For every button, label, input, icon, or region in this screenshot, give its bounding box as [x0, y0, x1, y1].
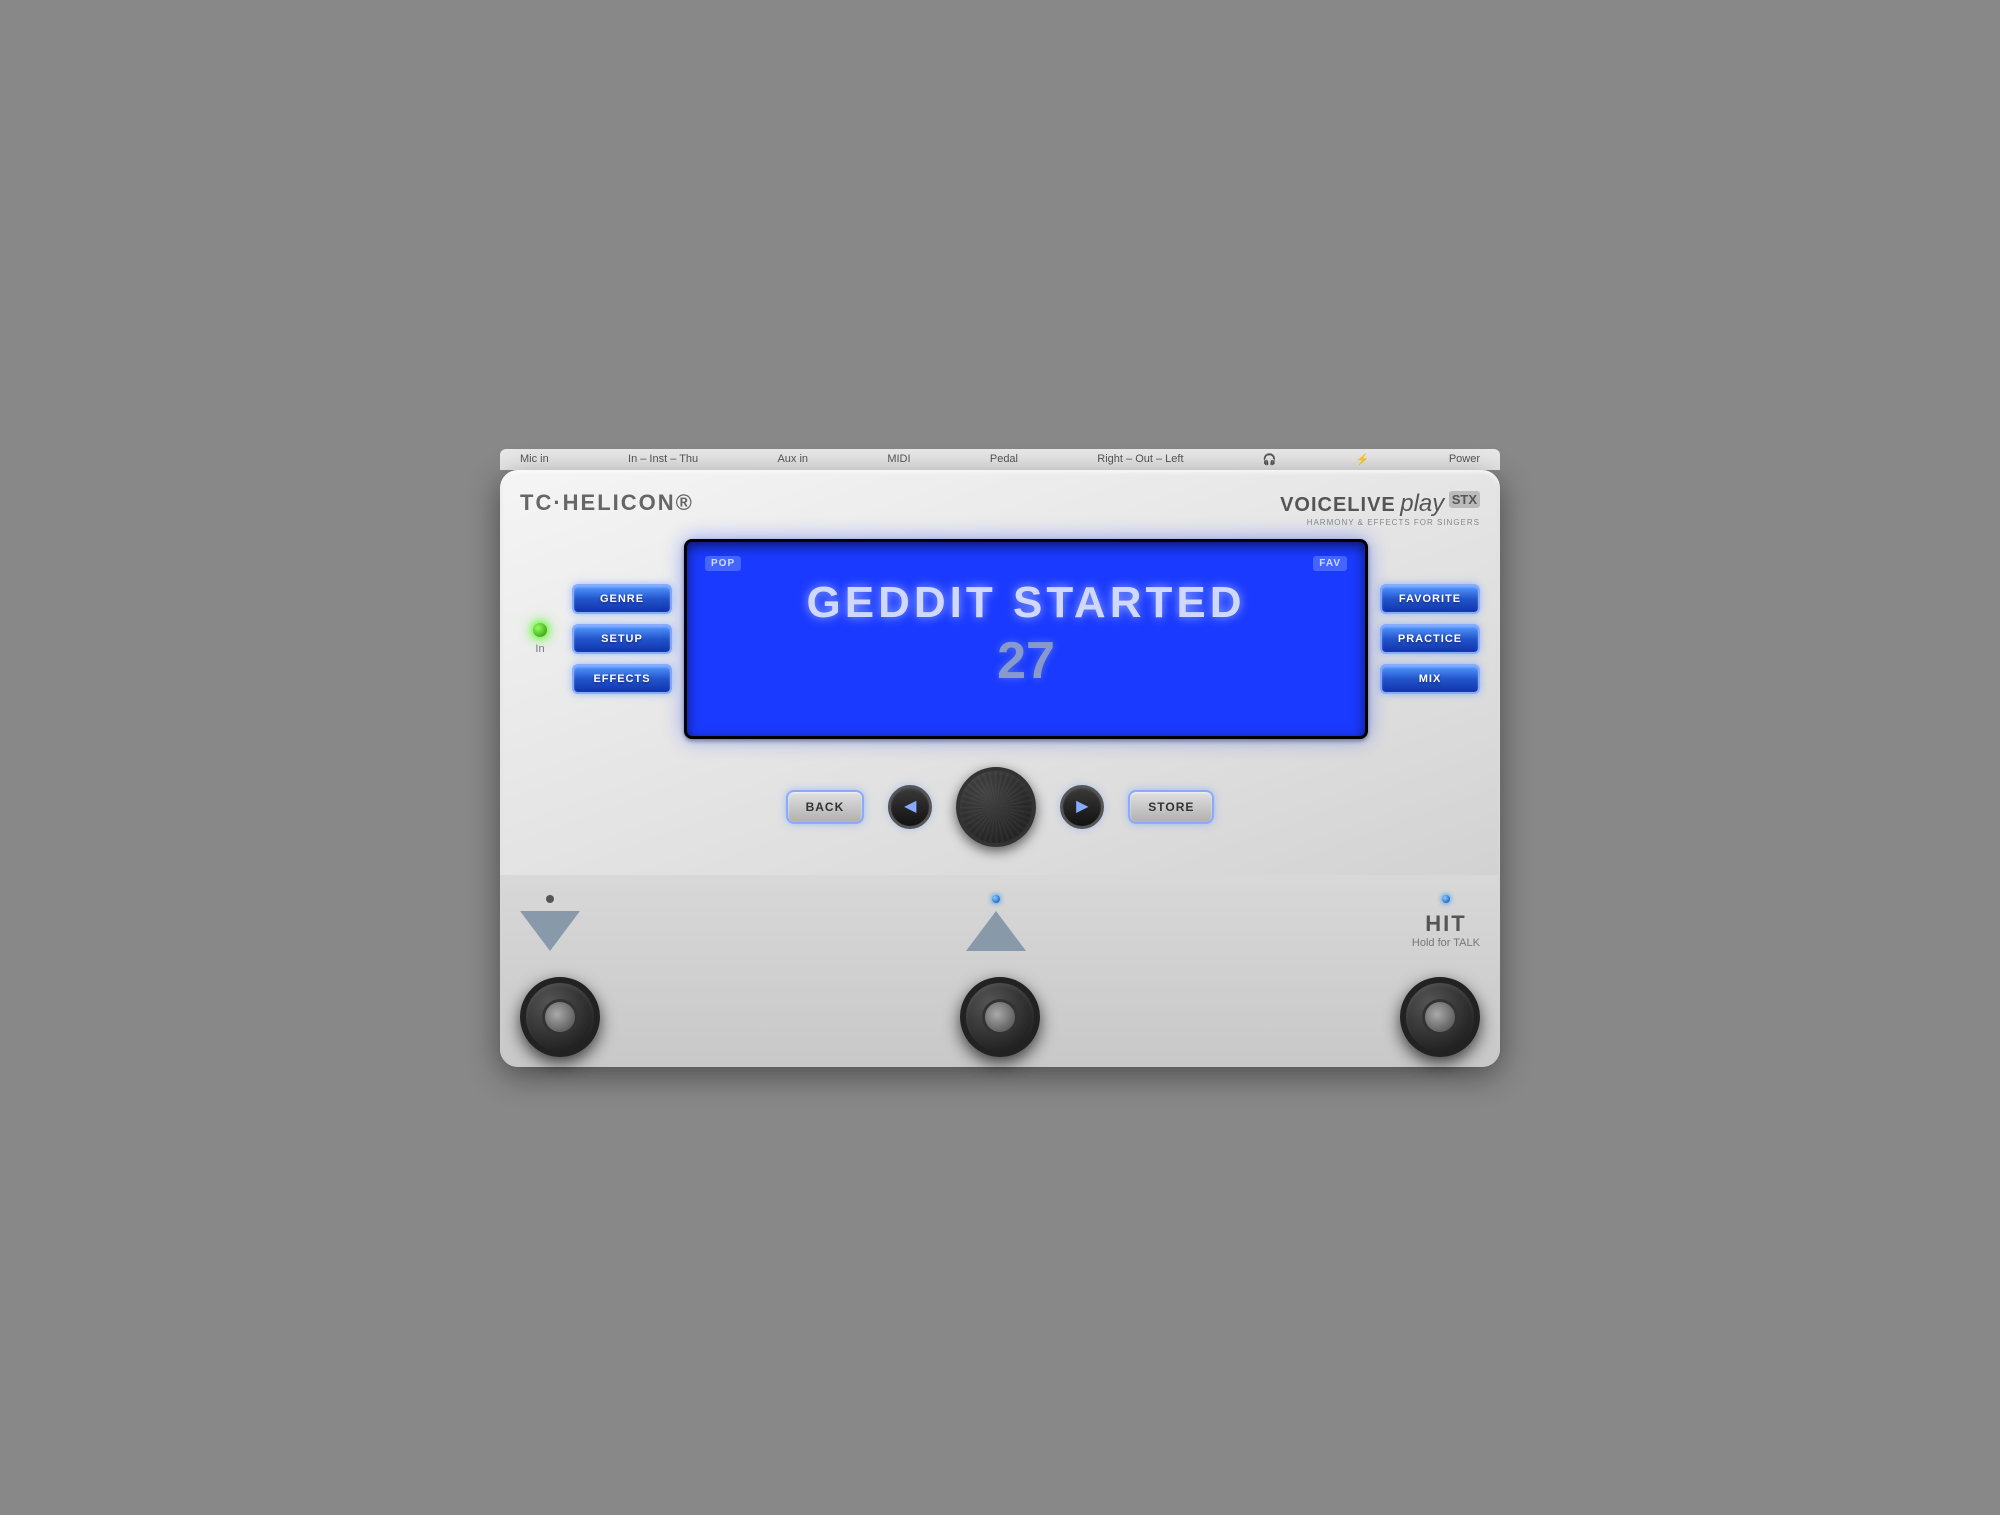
led-dot	[533, 623, 547, 637]
back-button[interactable]: BACK	[786, 790, 865, 824]
jack-center[interactable]	[960, 977, 1040, 1057]
footswitch-row: HIT Hold for TALK	[520, 895, 1480, 951]
footswitch-hit-area: HIT Hold for TALK	[1412, 895, 1480, 949]
connector-pedal: Pedal	[990, 453, 1018, 465]
connector-right-out-left: Right – Out – Left	[1097, 453, 1183, 465]
nav-left-button[interactable]: ◀	[888, 785, 932, 829]
lcd-tag-left: POP	[705, 556, 741, 571]
connector-aux-in: Aux in	[777, 453, 808, 465]
mic-in-label: Mic in	[520, 453, 549, 465]
power-label: Power	[1449, 453, 1480, 465]
footswitch-down-area	[520, 895, 580, 951]
display-row: In GENRE SETUP EFFECTS POP FAV	[520, 539, 1480, 739]
jack-left[interactable]	[520, 977, 600, 1057]
rotary-knob[interactable]	[956, 767, 1036, 847]
jacks-row	[520, 967, 1480, 1057]
play-text: play	[1400, 490, 1444, 517]
led-indicator: In	[520, 623, 560, 655]
device-wrapper: Mic in In – Inst – Thu Aux in MIDI Pedal…	[500, 449, 1500, 1067]
favorite-button[interactable]: FAVORITE	[1380, 584, 1480, 614]
bottom-section: HIT Hold for TALK	[500, 875, 1500, 1067]
connector-headphone: 🎧	[1263, 453, 1277, 466]
voicelive-text: VOICELIVE	[1280, 494, 1396, 516]
inst-thu-label: In – Inst – Thu	[628, 453, 698, 465]
connector-mic-in: Mic in	[520, 453, 549, 465]
store-button[interactable]: STORE	[1128, 790, 1214, 824]
lcd-screen: POP FAV GEDDIT STARTED 27	[684, 539, 1368, 739]
pedal-label: Pedal	[990, 453, 1018, 465]
effects-button[interactable]: EFFECTS	[572, 664, 672, 694]
footswitch-up-area	[966, 895, 1026, 951]
jack-right[interactable]	[1400, 977, 1480, 1057]
controls-row: BACK ◀ ▶ STORE	[520, 759, 1480, 855]
connector-power: Power	[1449, 453, 1480, 465]
lcd-main-text: GEDDIT STARTED	[705, 579, 1347, 627]
footswitch-down-button[interactable]	[520, 911, 580, 951]
brand-area: TC·HELICON® VOICELIVE play STX HARMONY &…	[520, 490, 1480, 527]
midi-label: MIDI	[887, 453, 910, 465]
left-arrow-icon: ◀	[904, 799, 916, 815]
usb-icon: ⚡	[1356, 453, 1370, 466]
setup-button[interactable]: SETUP	[572, 624, 672, 654]
right-arrow-icon: ▶	[1076, 799, 1088, 815]
hold-for-talk-text: Hold for TALK	[1412, 937, 1480, 949]
genre-button[interactable]: GENRE	[572, 584, 672, 614]
practice-button[interactable]: PRACTICE	[1380, 624, 1480, 654]
footswitch-down-led	[546, 895, 554, 903]
connector-inst-thu: In – Inst – Thu	[628, 453, 698, 465]
connector-midi: MIDI	[887, 453, 910, 465]
footswitch-up-led	[992, 895, 1000, 903]
nav-right-button[interactable]: ▶	[1060, 785, 1104, 829]
right-out-left-label: Right – Out – Left	[1097, 453, 1183, 465]
connector-usb: ⚡	[1356, 453, 1370, 466]
brand-tagline: HARMONY & EFFECTS FOR SINGERS	[1280, 518, 1480, 527]
mix-button[interactable]: MIX	[1380, 664, 1480, 694]
brand-voicelive: VOICELIVE play STX HARMONY & EFFECTS FOR…	[1280, 490, 1480, 527]
device-body: TC·HELICON® VOICELIVE play STX HARMONY &…	[500, 470, 1500, 1067]
lcd-number: 27	[705, 631, 1347, 691]
lcd-top-bar: POP FAV	[705, 556, 1347, 571]
hit-text: HIT	[1412, 911, 1480, 937]
aux-in-label: Aux in	[777, 453, 808, 465]
left-buttons: GENRE SETUP EFFECTS	[572, 584, 672, 694]
footswitch-up-button[interactable]	[966, 911, 1026, 951]
hit-label-area: HIT Hold for TALK	[1412, 911, 1480, 949]
led-label: In	[535, 643, 544, 655]
connector-labels-bar: Mic in In – Inst – Thu Aux in MIDI Pedal…	[500, 449, 1500, 470]
headphone-icon: 🎧	[1263, 453, 1277, 466]
right-buttons: FAVORITE PRACTICE MIX	[1380, 584, 1480, 694]
stx-badge: STX	[1449, 491, 1480, 508]
brand-tc-helicon: TC·HELICON®	[520, 490, 694, 516]
hit-led	[1442, 895, 1450, 903]
lcd-tag-right: FAV	[1313, 556, 1347, 571]
